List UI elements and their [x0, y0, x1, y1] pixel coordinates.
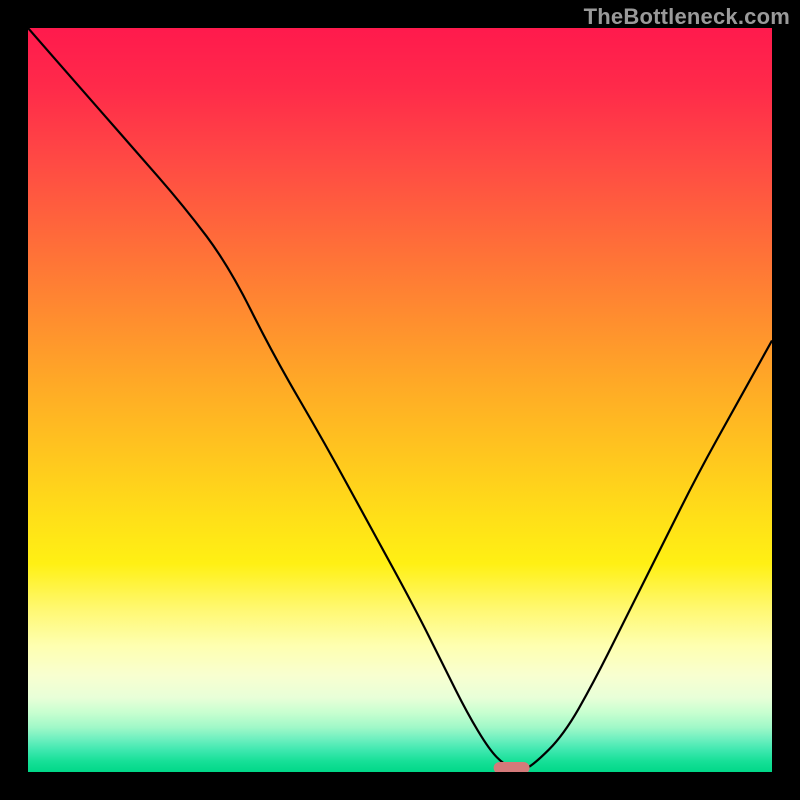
watermark-text: TheBottleneck.com — [584, 4, 790, 30]
minimum-marker — [494, 762, 530, 772]
plot-area — [28, 28, 772, 772]
chart-container: TheBottleneck.com — [0, 0, 800, 800]
curve-svg — [28, 28, 772, 772]
bottleneck-curve — [28, 28, 772, 770]
